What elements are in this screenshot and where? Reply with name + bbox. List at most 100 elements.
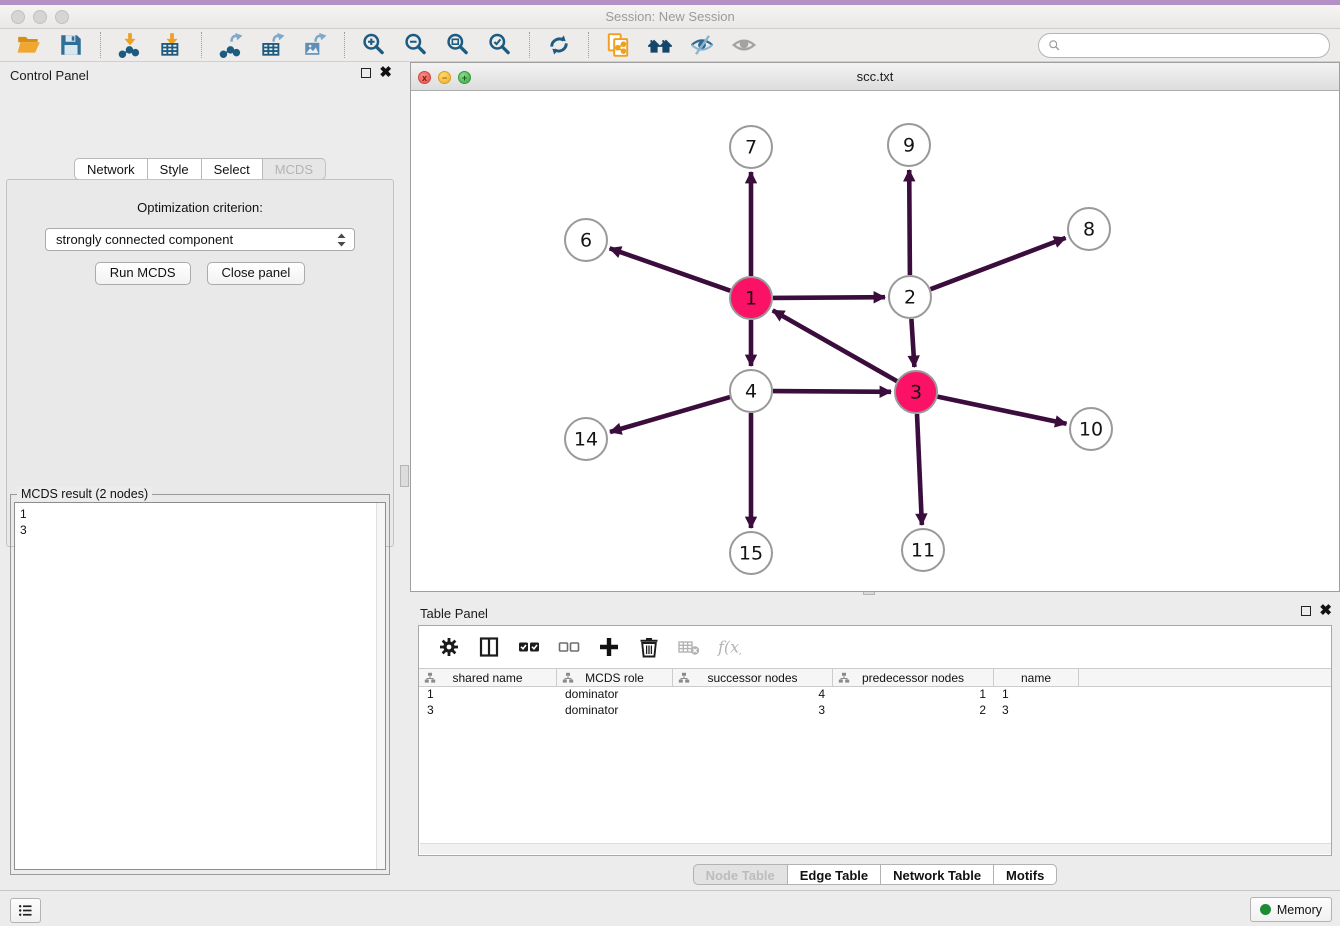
function-builder-icon: f(x) bbox=[717, 635, 741, 659]
vertical-splitter[interactable] bbox=[400, 62, 410, 890]
memory-button[interactable]: Memory bbox=[1250, 897, 1332, 922]
export-image-icon[interactable] bbox=[300, 31, 330, 59]
close-panel-button[interactable]: Close panel bbox=[207, 262, 306, 285]
gear-icon[interactable] bbox=[434, 633, 464, 661]
table-cell[interactable]: 1 bbox=[833, 687, 994, 703]
import-table-icon[interactable] bbox=[157, 31, 187, 59]
float-panel-icon[interactable] bbox=[1301, 606, 1311, 616]
splitter-grip[interactable] bbox=[400, 465, 409, 487]
node-6[interactable]: 6 bbox=[565, 219, 607, 261]
deselect-all-icon[interactable] bbox=[554, 633, 584, 661]
node-2[interactable]: 2 bbox=[889, 276, 931, 318]
node-15[interactable]: 15 bbox=[730, 532, 772, 574]
home-icon[interactable] bbox=[645, 31, 675, 59]
node-label: 10 bbox=[1079, 419, 1103, 441]
edge-2-8[interactable] bbox=[931, 238, 1066, 289]
export-image-icon bbox=[302, 32, 328, 58]
table-cell[interactable]: 2 bbox=[833, 703, 994, 719]
delete-table-icon bbox=[677, 635, 701, 659]
tab-network-table[interactable]: Network Table bbox=[880, 864, 993, 885]
node-label: 3 bbox=[910, 382, 922, 404]
node-7[interactable]: 7 bbox=[730, 126, 772, 168]
edge-3-11[interactable] bbox=[917, 414, 922, 525]
mcds-result-text[interactable]: 1 3 bbox=[14, 502, 386, 870]
table-cell[interactable]: 3 bbox=[419, 703, 557, 719]
run-mcds-button[interactable]: Run MCDS bbox=[95, 262, 191, 285]
table-cell[interactable]: dominator bbox=[557, 703, 673, 719]
table-hscrollbar[interactable] bbox=[420, 843, 1331, 854]
refresh-icon[interactable] bbox=[544, 31, 574, 59]
column-header-predecessor-nodes[interactable]: predecessor nodes bbox=[833, 669, 994, 686]
horizontal-splitter[interactable] bbox=[410, 592, 1340, 600]
tab-node-table[interactable]: Node Table bbox=[693, 864, 787, 885]
hide-graphics-details-icon bbox=[689, 32, 715, 58]
table-row[interactable]: 3dominator323 bbox=[419, 703, 1331, 719]
zoom-fit-icon[interactable] bbox=[443, 31, 473, 59]
zoom-out-icon[interactable] bbox=[401, 31, 431, 59]
edge-4-14[interactable] bbox=[610, 397, 730, 432]
network-window-titlebar[interactable]: x − + scc.txt bbox=[411, 63, 1339, 91]
edge-4-3[interactable] bbox=[773, 391, 891, 392]
import-network-icon[interactable] bbox=[115, 31, 145, 59]
select-all-icon[interactable] bbox=[514, 633, 544, 661]
node-10[interactable]: 10 bbox=[1070, 408, 1112, 450]
network-graph[interactable]: 7 9 6 8 1 2 4 3 14 10 15 11 bbox=[411, 91, 1339, 591]
edge-2-9[interactable] bbox=[909, 170, 910, 275]
tab-motifs[interactable]: Motifs bbox=[993, 864, 1057, 885]
node-8[interactable]: 8 bbox=[1068, 208, 1110, 250]
network-canvas[interactable]: 7 9 6 8 1 2 4 3 14 10 15 11 bbox=[411, 91, 1339, 591]
delete-icon[interactable] bbox=[634, 633, 664, 661]
zoom-selected-icon[interactable] bbox=[485, 31, 515, 59]
column-header-name[interactable]: name bbox=[994, 669, 1079, 686]
window-titlebar[interactable]: Session: New Session bbox=[0, 5, 1340, 29]
node-3[interactable]: 3 bbox=[895, 371, 937, 413]
mcds-result-scrollbar[interactable] bbox=[376, 503, 385, 869]
column-header-shared-name[interactable]: shared name bbox=[419, 669, 557, 686]
edge-1-6[interactable] bbox=[610, 248, 731, 290]
close-panel-icon[interactable]: ✖ bbox=[1319, 606, 1332, 616]
close-panel-icon[interactable]: ✖ bbox=[379, 68, 392, 78]
table-cell[interactable]: 3 bbox=[673, 703, 833, 719]
node-1[interactable]: 1 bbox=[730, 277, 772, 319]
search-input[interactable] bbox=[1066, 39, 1321, 53]
memory-label: Memory bbox=[1277, 903, 1322, 917]
tab-edge-table[interactable]: Edge Table bbox=[787, 864, 880, 885]
save-session-icon[interactable] bbox=[56, 31, 86, 59]
tab-mcds[interactable]: MCDS bbox=[262, 158, 326, 180]
duplicate-network-icon[interactable] bbox=[603, 31, 633, 59]
select-stepper-icon bbox=[333, 231, 350, 249]
table-cell[interactable]: dominator bbox=[557, 687, 673, 703]
table-row[interactable]: 1dominator411 bbox=[419, 687, 1331, 703]
table-cell[interactable]: 1 bbox=[994, 687, 1079, 703]
tab-network[interactable]: Network bbox=[74, 158, 147, 180]
node-11[interactable]: 11 bbox=[902, 529, 944, 571]
select-all-icon bbox=[517, 635, 541, 659]
add-icon bbox=[597, 635, 621, 659]
edge-2-3[interactable] bbox=[911, 319, 914, 367]
add-icon[interactable] bbox=[594, 633, 624, 661]
table-cell[interactable]: 1 bbox=[419, 687, 557, 703]
zoom-in-icon[interactable] bbox=[359, 31, 389, 59]
node-9[interactable]: 9 bbox=[888, 124, 930, 166]
export-table-icon[interactable] bbox=[258, 31, 288, 59]
show-panels-button[interactable] bbox=[10, 898, 41, 923]
optimization-criterion-select[interactable]: strongly connected component bbox=[45, 228, 355, 251]
edge-1-2[interactable] bbox=[773, 297, 885, 298]
float-panel-icon[interactable] bbox=[361, 68, 371, 78]
node-14[interactable]: 14 bbox=[565, 418, 607, 460]
columns-icon[interactable] bbox=[474, 633, 504, 661]
export-network-icon[interactable] bbox=[216, 31, 246, 59]
hide-graphics-details-icon[interactable] bbox=[687, 31, 717, 59]
table-cell[interactable]: 3 bbox=[994, 703, 1079, 719]
column-header-MCDS-role[interactable]: MCDS role bbox=[557, 669, 673, 686]
column-header-successor-nodes[interactable]: successor nodes bbox=[673, 669, 833, 686]
edge-3-1[interactable] bbox=[773, 310, 897, 381]
node-label: 9 bbox=[903, 135, 915, 157]
edge-3-10[interactable] bbox=[938, 397, 1067, 424]
tab-select[interactable]: Select bbox=[201, 158, 262, 180]
tab-style[interactable]: Style bbox=[147, 158, 201, 180]
node-4[interactable]: 4 bbox=[730, 370, 772, 412]
open-session-icon[interactable] bbox=[14, 31, 44, 59]
search-box[interactable] bbox=[1038, 33, 1330, 58]
table-cell[interactable]: 4 bbox=[673, 687, 833, 703]
